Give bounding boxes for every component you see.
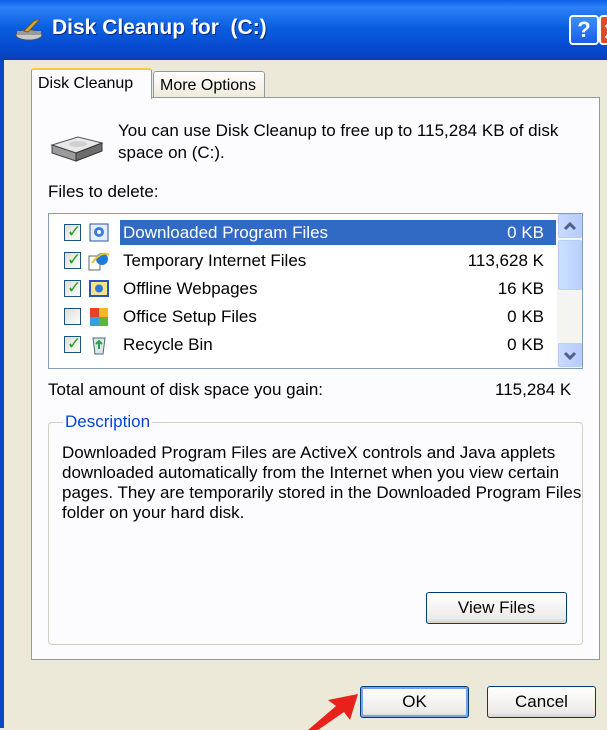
vertical-scrollbar[interactable]: [557, 214, 582, 368]
close-button[interactable]: [599, 15, 607, 45]
help-button[interactable]: ?: [569, 15, 599, 45]
checkbox[interactable]: [64, 308, 81, 325]
files-to-delete-label: Files to delete:: [48, 182, 159, 201]
ie-icon: [88, 252, 110, 271]
disk-cleanup-broom-icon: [15, 19, 43, 41]
file-name: Recycle Bin: [123, 335, 213, 354]
file-size: 0 KB: [507, 307, 544, 326]
file-name: Temporary Internet Files: [123, 251, 307, 270]
total-space-label: Total amount of disk space you gain:: [48, 380, 323, 399]
cancel-button[interactable]: Cancel: [487, 686, 596, 718]
recycle-bin-icon: [92, 337, 106, 355]
list-item[interactable]: ✓ Temporary Internet Files 113,628 K: [50, 247, 556, 274]
file-size: 0 KB: [507, 223, 544, 242]
chevron-down-icon: [563, 351, 577, 361]
office-icon: [90, 308, 108, 326]
checkbox[interactable]: ✓: [64, 278, 82, 297]
scroll-thumb[interactable]: [558, 240, 582, 290]
file-name: Offline Webpages: [123, 279, 258, 298]
close-icon: [604, 24, 607, 39]
checkbox[interactable]: ✓: [64, 222, 82, 241]
window-title: Disk Cleanup for (C:): [52, 16, 267, 39]
list-item[interactable]: ✓ Downloaded Program Files 0 KB: [50, 219, 556, 246]
scroll-down-button[interactable]: [558, 343, 582, 367]
checkmark-icon: ✓: [67, 250, 82, 269]
scroll-up-button[interactable]: [558, 214, 582, 238]
ok-button[interactable]: OK: [360, 686, 469, 718]
checkmark-icon: ✓: [67, 278, 82, 297]
tab-more-options[interactable]: More Options: [153, 71, 265, 100]
tab-disk-cleanup[interactable]: Disk Cleanup: [31, 68, 152, 99]
files-listbox[interactable]: ✓ Downloaded Program Files 0 KB ✓ Tempor…: [48, 213, 583, 369]
offline-webpages-icon: [89, 280, 109, 297]
checkbox[interactable]: ✓: [64, 334, 82, 353]
checkmark-icon: ✓: [67, 334, 82, 353]
list-item[interactable]: Office Setup Files 0 KB: [50, 303, 556, 330]
view-files-button[interactable]: View Files: [426, 592, 567, 624]
activex-icon: [89, 223, 109, 242]
hard-disk-icon: [50, 136, 104, 162]
list-item[interactable]: ✓ Offline Webpages 16 KB: [50, 275, 556, 302]
file-size: 0 KB: [507, 335, 544, 354]
intro-text: You can use Disk Cleanup to free up to 1…: [118, 121, 559, 162]
file-size: 113,628 K: [467, 251, 544, 270]
file-size: 16 KB: [497, 279, 544, 298]
window-frame-left: [0, 60, 4, 728]
checkbox[interactable]: ✓: [64, 250, 82, 269]
red-arrow-annotation-icon: [308, 694, 358, 730]
file-name: Office Setup Files: [123, 307, 257, 326]
chevron-up-icon: [563, 221, 577, 231]
checkmark-icon: ✓: [67, 222, 82, 241]
file-name: Downloaded Program Files: [120, 220, 332, 245]
description-text: Downloaded Program Files are ActiveX con…: [62, 443, 582, 522]
list-item[interactable]: ✓ Recycle Bin 0 KB: [50, 331, 556, 358]
description-legend: Description: [63, 412, 153, 432]
total-space-value: 115,284 K: [495, 380, 572, 399]
title-bar[interactable]: Disk Cleanup for (C:) ?: [0, 0, 607, 60]
